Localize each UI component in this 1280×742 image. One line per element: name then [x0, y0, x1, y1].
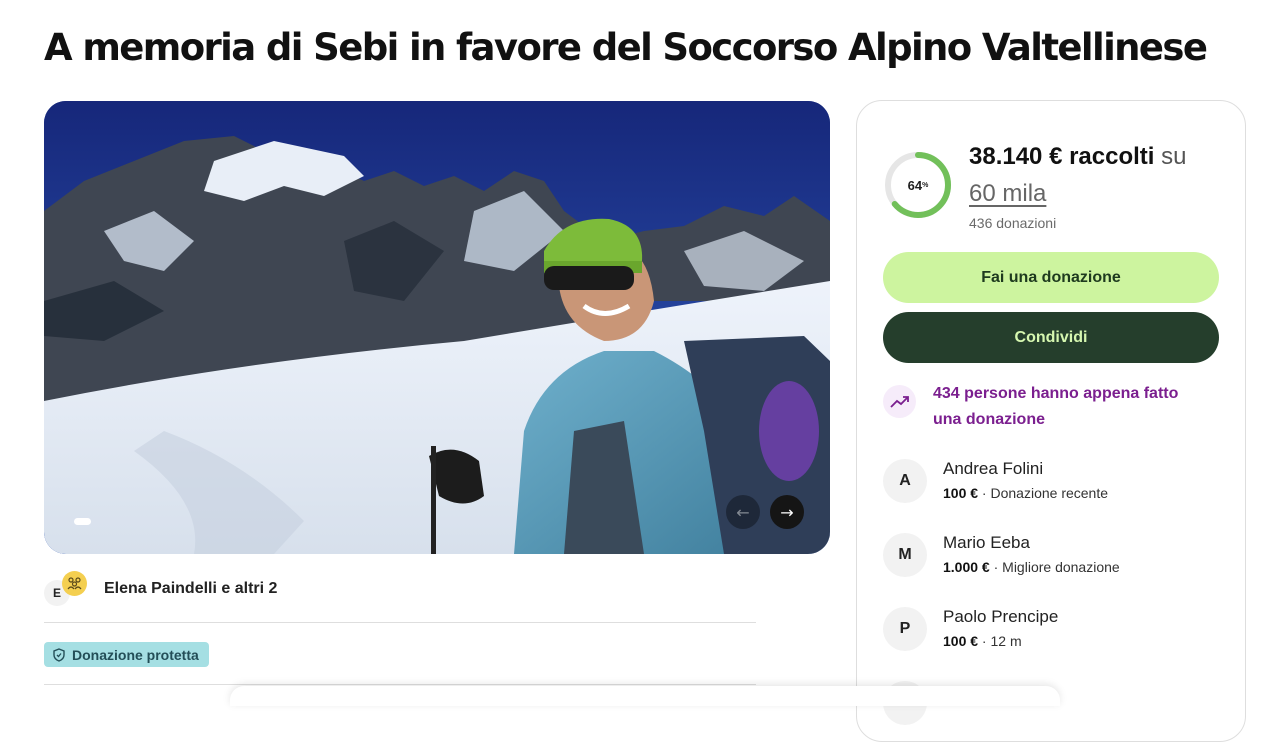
donor-detail: 1.000 € · Migliore donazione [943, 559, 1120, 575]
donation-count: 436 donazioni [969, 215, 1057, 231]
carousel-indicator [74, 518, 91, 525]
badge-label: Donazione protetta [72, 646, 199, 663]
donate-button[interactable]: Fai una donazione [883, 252, 1219, 303]
donor-avatar: P [883, 607, 927, 651]
divider [44, 622, 756, 623]
hero-image [44, 101, 830, 554]
organizer-name[interactable]: Elena Paindelli e altri 2 [104, 580, 277, 598]
donor-name: Andrea Folini [943, 459, 1044, 478]
donor-name: Mario Eeba [943, 533, 1030, 552]
progress-percent: 64% [907, 177, 929, 193]
donor-avatar: M [883, 533, 927, 577]
recent-donations-text[interactable]: 434 persone hanno appena fatto una donaz… [933, 381, 1203, 433]
amount-raised: 38.140 € raccolti su [969, 143, 1187, 170]
donor-detail: 100 € · 12 m [943, 633, 1022, 649]
goal-amount[interactable]: 60 mila [969, 180, 1046, 208]
page-title: A memoria di Sebi in favore del Soccorso… [44, 26, 1208, 69]
organizer-row[interactable]: E Elena Paindelli e altri 2 [44, 570, 756, 610]
hero-photo[interactable]: ← → [44, 101, 830, 554]
donor-avatar: A [883, 459, 927, 503]
donor-item[interactable]: M Mario Eeba 1.000 € · Migliore donazion… [883, 533, 1219, 583]
progress-ring: 64% [883, 150, 953, 220]
group-icon [62, 571, 87, 596]
protected-donation-badge[interactable]: Donazione protetta [44, 642, 209, 667]
donor-item[interactable]: A Andrea Folini 100 € · Donazione recent… [883, 459, 1219, 509]
donor-name: Paolo Prencipe [943, 607, 1059, 626]
arrow-left-icon: ← [736, 502, 750, 522]
next-photo-button[interactable]: → [770, 495, 804, 529]
donation-card: 64% 38.140 € raccolti su 60 mila 436 don… [856, 100, 1246, 742]
trending-up-icon [883, 385, 916, 418]
arrow-right-icon: → [780, 502, 794, 522]
divider [44, 684, 756, 685]
shield-icon [53, 647, 65, 662]
carousel-dot-active[interactable] [74, 518, 91, 525]
share-button[interactable]: Condividi [883, 312, 1219, 363]
donor-item[interactable]: P Paolo Prencipe 100 € · 12 m [883, 607, 1219, 657]
bottom-sheet-edge [230, 686, 1060, 706]
prev-photo-button[interactable]: ← [726, 495, 760, 529]
donor-detail: 100 € · Donazione recente [943, 485, 1109, 501]
